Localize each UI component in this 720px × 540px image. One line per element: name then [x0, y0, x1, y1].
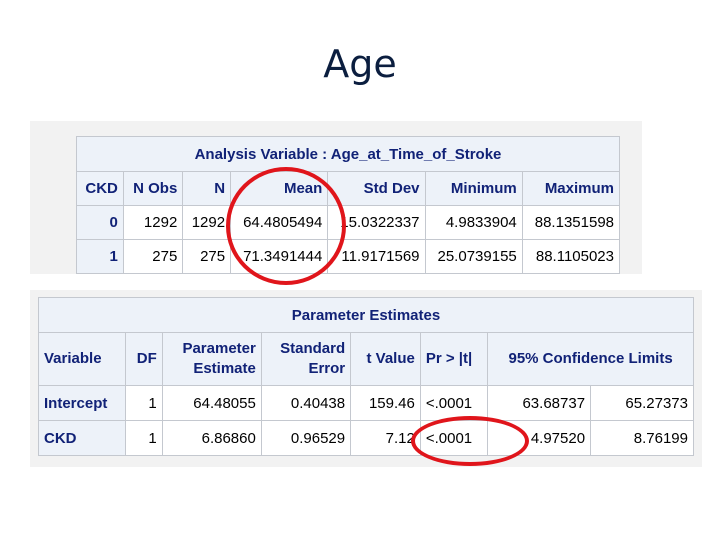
col-header-df: DF	[125, 332, 163, 386]
cell-estimate: 6.86860	[161, 420, 262, 456]
header-line: Parameter	[182, 340, 256, 357]
table-row: 1 275 275 71.3491444 11.9171569 25.07391…	[76, 239, 621, 274]
cell-maximum: 88.1351598	[521, 205, 621, 240]
col-header-parameter-estimate: Parameter Estimate	[161, 332, 262, 386]
table-row: CKD 1 6.86860 0.96529 7.12 <.0001 4.9752…	[37, 420, 694, 456]
cell-df: 1	[125, 385, 163, 421]
parameter-estimates-caption: Parameter Estimates	[38, 297, 694, 333]
col-header-mean: Mean	[230, 171, 329, 206]
col-header-n: N	[182, 171, 232, 206]
row-header-ckd-1: 1	[76, 239, 124, 274]
table-row: 0 1292 1292 64.4805494 15.0322337 4.9833…	[76, 205, 621, 240]
col-header-nobs: N Obs	[122, 171, 184, 206]
col-header-stddev: Std Dev	[327, 171, 426, 206]
cell-tvalue: 7.12	[350, 420, 421, 456]
cell-nobs: 275	[122, 239, 184, 274]
row-header-intercept: Intercept	[37, 385, 127, 421]
col-header-maximum: Maximum	[521, 171, 621, 206]
header-line: Standard	[280, 340, 346, 357]
cell-stddev: 11.9171569	[327, 239, 426, 274]
col-header-pr-t: Pr > |t|	[419, 332, 489, 386]
col-header-ckd: CKD	[76, 171, 124, 206]
row-header-ckd-0: 0	[76, 205, 124, 240]
cell-lower-limit: 63.68737	[487, 385, 592, 421]
analysis-variable-table: Analysis Variable : Age_at_Time_of_Strok…	[76, 136, 621, 274]
table-row: Intercept 1 64.48055 0.40438 159.46 <.00…	[37, 385, 694, 421]
cell-tvalue: 159.46	[350, 385, 421, 421]
parameter-estimates-table: Parameter Estimates Variable DF Paramete…	[37, 297, 694, 456]
cell-upper-limit: 65.27373	[590, 385, 694, 421]
cell-maximum: 88.1105023	[521, 239, 621, 274]
cell-std-error: 0.96529	[260, 420, 352, 456]
cell-stddev: 15.0322337	[327, 205, 426, 240]
cell-mean: 71.3491444	[230, 239, 329, 274]
cell-pvalue: <.0001	[419, 385, 489, 421]
header-line: Estimate	[193, 360, 256, 377]
cell-minimum: 25.0739155	[424, 239, 523, 274]
cell-minimum: 4.9833904	[424, 205, 523, 240]
col-header-confidence-limits: 95% Confidence Limits	[487, 332, 694, 386]
header-line: Error	[308, 360, 346, 377]
col-header-standard-error: Standard Error	[260, 332, 352, 386]
col-header-tvalue: t Value	[350, 332, 421, 386]
slide-title: Age	[323, 42, 397, 86]
cell-estimate: 64.48055	[161, 385, 262, 421]
cell-nobs: 1292	[122, 205, 184, 240]
cell-std-error: 0.40438	[260, 385, 352, 421]
col-header-minimum: Minimum	[424, 171, 523, 206]
cell-lower-limit: 4.97520	[487, 420, 592, 456]
cell-n: 275	[182, 239, 232, 274]
cell-mean: 64.4805494	[230, 205, 329, 240]
row-header-ckd: CKD	[37, 420, 127, 456]
analysis-variable-caption: Analysis Variable : Age_at_Time_of_Strok…	[76, 136, 620, 172]
cell-n: 1292	[182, 205, 232, 240]
cell-pvalue: <.0001	[419, 420, 489, 456]
col-header-variable: Variable	[37, 332, 127, 386]
cell-df: 1	[125, 420, 163, 456]
cell-upper-limit: 8.76199	[590, 420, 694, 456]
